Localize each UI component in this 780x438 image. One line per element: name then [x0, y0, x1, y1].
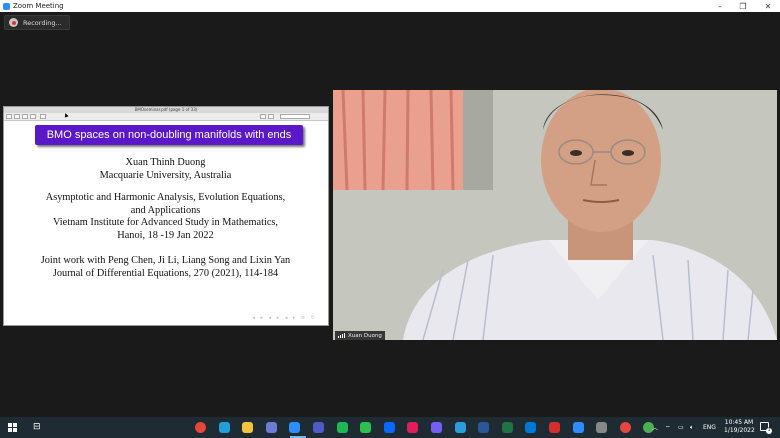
app-globe-icon[interactable] — [596, 422, 608, 433]
pdf-toolbar — [4, 113, 328, 121]
slide-joint-work: Joint work with Peng Chen, Ji Li, Liang … — [40, 255, 291, 266]
slack-icon[interactable] — [407, 422, 419, 433]
clock-time: 10:45 AM — [724, 419, 754, 426]
outlook-icon[interactable] — [525, 422, 537, 433]
maximize-button[interactable]: ❐ — [734, 0, 752, 12]
spotify-icon[interactable] — [336, 422, 348, 433]
close-button[interactable]: ✕ — [759, 0, 777, 12]
tray-chevron-icon[interactable]: ︿ — [652, 417, 658, 438]
sidebar-toggle-icon[interactable] — [6, 114, 12, 119]
network-icon[interactable]: ▭ — [678, 417, 684, 438]
slide-event-line: and Applications — [130, 204, 201, 216]
pdf-search-input[interactable] — [280, 114, 310, 119]
zoom-app-icon — [3, 2, 10, 10]
zoom-icon[interactable] — [289, 422, 301, 433]
windows-start-icon[interactable] — [8, 423, 17, 432]
slide-body: Xuan Thinh Duong Macquarie University, A… — [8, 157, 323, 280]
face — [541, 90, 661, 232]
window-titlebar: Zoom Meeting — [0, 0, 780, 12]
slide-journal: Journal of Differential Equations, 270 (… — [52, 267, 279, 279]
acrobat-icon[interactable] — [549, 422, 560, 433]
slide-affiliation: Macquarie University, Australia — [99, 169, 232, 181]
clock-date: 1/19/2022 — [724, 427, 755, 434]
windows-taskbar: ⊟ ︿ ⌔ ▭ 🔈︎ ENG 10:45 AM 1/19/2022 1 — [0, 417, 780, 438]
share-icon[interactable] — [30, 114, 36, 119]
language-indicator[interactable]: ENG — [703, 417, 716, 438]
wifi-icon[interactable]: ⌔ — [665, 417, 671, 438]
rotate-icon[interactable] — [268, 114, 274, 119]
zoom-2-icon[interactable] — [572, 422, 584, 433]
recording-icon — [9, 18, 18, 27]
recording-label: Recording... — [23, 18, 62, 27]
slide-event-line: Hanoi, 18 -19 Jan 2022 — [117, 229, 214, 241]
volume-icon[interactable]: 🔈︎ — [690, 417, 694, 438]
zoom-in-icon[interactable] — [22, 114, 28, 119]
pen-icon[interactable] — [260, 114, 266, 119]
shared-pdf-window[interactable]: BMOseminar.pdf (page 1 of 33) BMO spaces… — [3, 106, 329, 326]
eye-left — [570, 150, 582, 156]
participant-name: Xuan Duong — [348, 332, 382, 339]
markup-icon[interactable] — [40, 114, 46, 119]
signal-bars-icon — [338, 333, 345, 338]
window-title: Zoom Meeting — [13, 2, 64, 10]
recording-indicator[interactable]: Recording... — [4, 15, 70, 30]
participant-video[interactable] — [333, 90, 777, 340]
excel-icon[interactable] — [501, 422, 513, 433]
teams-icon[interactable] — [313, 422, 324, 433]
app-c-icon[interactable] — [454, 422, 466, 433]
video-frame — [333, 90, 777, 340]
curtain-shadow — [463, 90, 493, 190]
viber-icon[interactable] — [431, 422, 442, 433]
beamer-nav-icons[interactable]: ◂ ▸ ◂ ▸ ◂ ▸ ≡ ↻ — [252, 315, 317, 321]
slide-page: BMO spaces on non-doubling manifolds wit… — [8, 121, 323, 323]
notification-badge: 1 — [766, 428, 772, 434]
slide-event-line: Asymptotic and Harmonic Analysis, Evolut… — [45, 192, 286, 203]
file-explorer-icon[interactable] — [242, 422, 254, 433]
edge-icon[interactable] — [218, 422, 230, 433]
taskbar-clock[interactable]: 10:45 AM 1/19/2022 — [724, 419, 755, 435]
minimize-button[interactable]: – — [711, 0, 729, 12]
task-view-icon[interactable]: ⊟ — [33, 422, 41, 432]
word-icon[interactable] — [478, 422, 490, 433]
chrome-icon[interactable] — [195, 422, 206, 433]
eye-right — [622, 150, 634, 156]
store-icon[interactable] — [265, 422, 277, 433]
facetime-icon[interactable] — [360, 422, 372, 433]
zalo-icon[interactable] — [383, 422, 395, 433]
participant-name-tag: Xuan Duong — [335, 331, 385, 340]
zoom-out-icon[interactable] — [14, 114, 20, 119]
chrome-2-icon[interactable] — [619, 422, 631, 433]
slide-title: BMO spaces on non-doubling manifolds wit… — [35, 125, 303, 145]
slide-event-line: Vietnam Institute for Advanced Study in … — [52, 217, 278, 228]
slide-author: Xuan Thinh Duong — [125, 157, 206, 168]
pink-curtain — [333, 90, 463, 190]
